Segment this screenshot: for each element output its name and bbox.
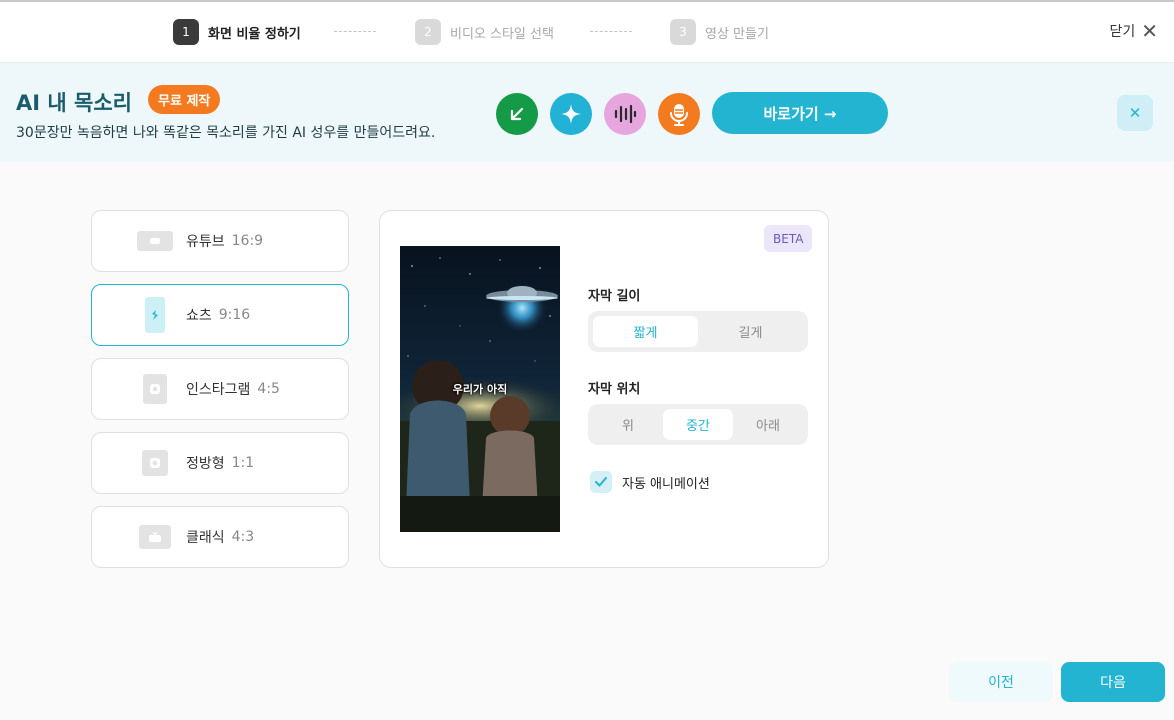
go-now-button[interactable]: 바로가기 → bbox=[712, 92, 888, 134]
instagram-icon bbox=[142, 450, 168, 476]
sparkle-icon bbox=[550, 93, 592, 135]
video-preview: 우리가 아직 bbox=[400, 246, 560, 532]
ratio-name: 정방형 bbox=[186, 456, 225, 472]
prev-button[interactable]: 이전 bbox=[949, 662, 1053, 702]
ratio-name: 유튜브 bbox=[186, 234, 225, 250]
banner-title: AI 내 목소리 bbox=[16, 91, 132, 115]
subtitle-length-toggle: 짧게 길게 bbox=[588, 311, 808, 352]
ai-voice-banner: AI 내 목소리 무료 제작 30문장만 녹음하면 나와 똑같은 목소리를 가진… bbox=[0, 63, 1174, 162]
preview-caption: 우리가 아직 bbox=[452, 383, 508, 396]
option-bottom[interactable]: 아래 bbox=[733, 409, 803, 440]
ratio-value: 9:16 bbox=[218, 307, 251, 323]
ratio-value: 4:5 bbox=[257, 381, 280, 397]
step-label: 비디오 스타일 선택 bbox=[450, 26, 554, 42]
ratio-value: 1:1 bbox=[231, 455, 255, 471]
beta-badge: BETA bbox=[764, 225, 813, 252]
close-button[interactable]: 닫기 ✕ bbox=[1109, 21, 1158, 41]
step-1: 1 화면 비율 정하기 bbox=[173, 19, 301, 45]
check-icon bbox=[595, 477, 607, 487]
ratio-value: 16:9 bbox=[231, 233, 264, 249]
play-icon bbox=[137, 231, 173, 251]
ratio-name: 인스타그램 bbox=[186, 382, 251, 398]
close-label: 닫기 bbox=[1109, 24, 1136, 40]
ratio-option-square[interactable]: 정방형 1:1 bbox=[91, 432, 349, 494]
close-icon: ✕ bbox=[1141, 19, 1158, 43]
step-number: 3 bbox=[670, 19, 696, 45]
tv-icon bbox=[139, 525, 171, 549]
subtitle-length-label: 자막 길이 bbox=[588, 289, 641, 304]
step-divider bbox=[590, 31, 632, 32]
instagram-icon bbox=[143, 374, 167, 404]
step-divider bbox=[334, 31, 376, 32]
ratio-name: 클래식 bbox=[186, 530, 225, 546]
stepper-bar: 1 화면 비율 정하기 2 비디오 스타일 선택 3 영상 만들기 닫기 ✕ bbox=[0, 0, 1174, 63]
step-number: 2 bbox=[415, 19, 441, 45]
ratio-option-youtube[interactable]: 유튜브 16:9 bbox=[91, 210, 349, 272]
option-middle[interactable]: 중간 bbox=[663, 409, 733, 440]
next-button[interactable]: 다음 bbox=[1061, 662, 1165, 702]
ratio-value: 4:3 bbox=[231, 529, 255, 545]
ratio-option-shorts[interactable]: 쇼츠 9:16 bbox=[91, 284, 349, 346]
auto-animation-label: 자동 애니메이션 bbox=[622, 476, 710, 492]
step-3: 3 영상 만들기 bbox=[670, 19, 769, 45]
subtitle-settings-panel: BETA 우리가 아직 자막 길이 짧게 길게 자막 위치 위 중간 아래 자동… bbox=[379, 210, 829, 568]
ratio-name: 쇼츠 bbox=[186, 308, 212, 324]
banner-close-button[interactable]: ✕ bbox=[1117, 95, 1153, 131]
shorts-icon bbox=[145, 297, 165, 333]
ratio-option-classic[interactable]: 클래식 4:3 bbox=[91, 506, 349, 568]
subtitle-position-toggle: 위 중간 아래 bbox=[588, 404, 808, 445]
microphone-icon bbox=[658, 93, 700, 135]
option-long[interactable]: 길게 bbox=[698, 316, 803, 347]
auto-animation-checkbox[interactable] bbox=[590, 471, 612, 493]
step-number: 1 bbox=[173, 19, 199, 45]
arrow-down-left-icon bbox=[496, 93, 538, 135]
banner-subtitle: 30문장만 녹음하면 나와 똑같은 목소리를 가진 AI 성우를 만들어드려요. bbox=[16, 125, 436, 141]
option-top[interactable]: 위 bbox=[593, 409, 663, 440]
auto-animation-option[interactable]: 자동 애니메이션 bbox=[590, 471, 710, 493]
option-short[interactable]: 짧게 bbox=[593, 316, 698, 347]
step-label: 화면 비율 정하기 bbox=[208, 26, 301, 42]
step-2: 2 비디오 스타일 선택 bbox=[415, 19, 554, 45]
close-icon: ✕ bbox=[1128, 104, 1142, 122]
subtitle-position-label: 자막 위치 bbox=[588, 382, 641, 397]
free-badge: 무료 제작 bbox=[148, 85, 221, 114]
waveform-icon bbox=[604, 93, 646, 135]
step-label: 영상 만들기 bbox=[705, 26, 769, 42]
ratio-option-instagram[interactable]: 인스타그램 4:5 bbox=[91, 358, 349, 420]
